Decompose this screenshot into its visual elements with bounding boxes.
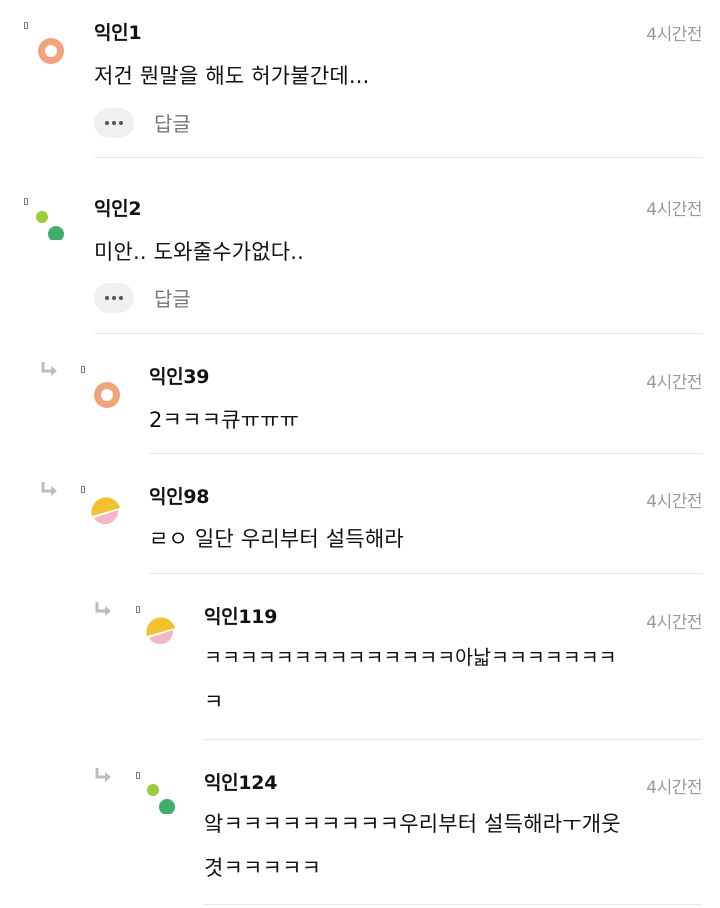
- comment-timestamp: 4시간전: [646, 200, 702, 220]
- comment-nickname[interactable]: 익인1: [94, 18, 142, 45]
- comment-nickname[interactable]: 익인124: [204, 768, 277, 795]
- comment-timestamp: 4시간전: [646, 778, 702, 798]
- comment-text-line: 앜ㅋㅋㅋㅋㅋㅋㅋㅋㅋ우리부터 설득해라ㅜ개웃: [204, 812, 621, 836]
- divider: [204, 739, 702, 740]
- reply-arrow-icon: [95, 602, 111, 616]
- comment-nickname[interactable]: 익인39: [149, 362, 210, 389]
- comment-item: 익인1 4시간전 저건 뭔말을 해도 허가불간데... 답글: [0, 0, 720, 160]
- reply-arrow-icon: [41, 482, 57, 496]
- comment-text: 미안.. 도와줄수가없다..: [94, 240, 305, 264]
- reply-button[interactable]: 답글: [154, 108, 191, 137]
- more-options-button[interactable]: [94, 283, 134, 313]
- comment-nickname[interactable]: 익인98: [149, 482, 210, 509]
- comment-timestamp: 4시간전: [646, 373, 702, 393]
- comment-nickname[interactable]: 익인2: [94, 194, 142, 221]
- comment-text: ㄹㅇ 일단 우리부터 설득해라: [149, 527, 404, 551]
- comment-text-line: ㅋㅋㅋㅋㅋㅋㅋㅋㅋㅋㅋㅋㅋㅋ아낣ㅋㅋㅋㅋㅋㅋㅋ: [204, 646, 617, 669]
- yellow-pink-avatar-icon: [146, 617, 175, 645]
- comment-marker-icon: [136, 772, 140, 779]
- divider: [149, 573, 702, 574]
- comment-marker-icon: [81, 366, 85, 373]
- comment-marker-icon: [136, 606, 140, 613]
- divider: [149, 453, 702, 454]
- comment-timestamp: 4시간전: [646, 25, 702, 45]
- divider: [204, 904, 702, 905]
- comment-text: 저건 뭔말을 해도 허가불간데...: [94, 64, 370, 88]
- comment-timestamp: 4시간전: [646, 492, 702, 512]
- green-dots-avatar-icon: [147, 784, 175, 814]
- comment-nickname[interactable]: 익인119: [204, 602, 277, 629]
- divider: [94, 333, 702, 334]
- reply-arrow-icon: [41, 362, 57, 376]
- comment-marker-icon: [24, 22, 28, 29]
- comment-marker-icon: [24, 198, 28, 205]
- green-dots-avatar-icon: [36, 211, 64, 240]
- comment-text-line: ㅋ: [204, 690, 224, 714]
- yellow-pink-avatar-icon: [91, 497, 120, 525]
- orange-ring-avatar-icon: [94, 382, 120, 408]
- comment-text-line: 겻ㅋㅋㅋㅋㅋ: [204, 856, 322, 880]
- more-options-button[interactable]: [94, 108, 134, 138]
- comment-text: 2ㅋㅋㅋ큐ㅠㅠㅠ: [149, 408, 300, 432]
- reply-arrow-icon: [95, 768, 111, 782]
- comment-timestamp: 4시간전: [646, 613, 702, 633]
- reply-button[interactable]: 답글: [154, 283, 191, 312]
- comment-marker-icon: [81, 486, 85, 493]
- orange-ring-avatar-icon: [38, 38, 64, 64]
- divider: [94, 157, 702, 158]
